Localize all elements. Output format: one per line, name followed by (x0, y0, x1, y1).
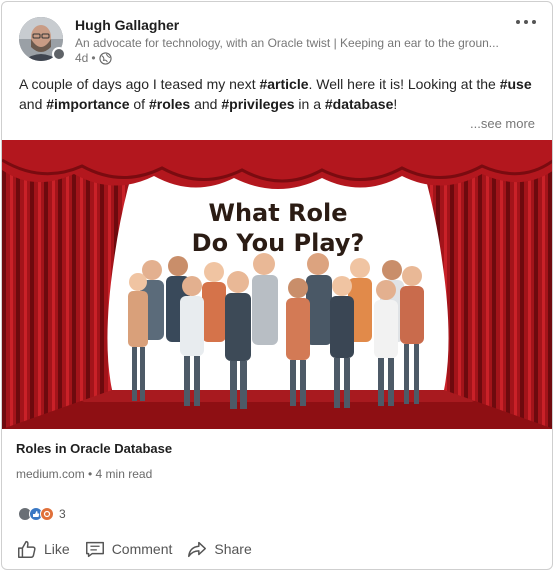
reactions-summary[interactable]: 3 (18, 507, 66, 521)
share-button[interactable]: Share (186, 538, 252, 560)
author-headline: An advocate for technology, with an Orac… (75, 36, 499, 50)
reaction-count: 3 (59, 507, 66, 521)
author-name[interactable]: Hugh Gallagher (75, 17, 179, 33)
support-icon (40, 507, 54, 521)
hashtag-link[interactable]: #roles (149, 96, 190, 112)
presence-indicator (52, 47, 66, 61)
share-icon (188, 541, 207, 558)
image-title-line1: What Role (208, 199, 348, 227)
image-title-line2: Do You Play? (191, 229, 365, 257)
post-text-segment: in a (294, 96, 325, 112)
link-preview-title[interactable]: Roles in Oracle Database (16, 441, 172, 456)
like-label: Like (44, 541, 70, 557)
post-text-segment: . Well here it is! Looking at the (308, 76, 500, 92)
hashtag-link[interactable]: #database (325, 96, 393, 112)
post-actions-bar: Like Comment Share (16, 538, 266, 560)
post-meta: 4d • (75, 51, 112, 65)
feed-post-card: Hugh Gallagher An advocate for technolog… (1, 1, 553, 570)
more-dot-icon (532, 20, 536, 24)
hashtag-link[interactable]: #privileges (221, 96, 294, 112)
meta-separator: • (91, 51, 96, 65)
comment-label: Comment (111, 541, 173, 557)
post-text: A couple of days ago I teased my next #a… (19, 74, 541, 114)
thumbs-up-icon (18, 540, 36, 558)
hashtag-link[interactable]: #importance (46, 96, 129, 112)
more-dot-icon (516, 20, 520, 24)
comment-button[interactable]: Comment (84, 538, 173, 560)
more-options-button[interactable] (512, 12, 540, 32)
see-more-link[interactable]: ...see more (470, 116, 535, 131)
more-dot-icon (524, 20, 528, 24)
post-text-segment: of (129, 96, 149, 112)
article-image[interactable]: What Role Do You Play? (2, 140, 552, 429)
post-age: 4d (75, 51, 89, 65)
post-text-segment: A couple of days ago I teased my next (19, 76, 260, 92)
share-label: Share (214, 541, 252, 557)
globe-icon (98, 51, 112, 65)
hashtag-link[interactable]: #article (259, 76, 308, 92)
theater-stage-illustration: What Role Do You Play? (2, 140, 552, 429)
post-text-segment: and (190, 96, 222, 112)
comment-icon (85, 541, 104, 558)
link-preview-meta: medium.com • 4 min read (16, 467, 153, 481)
hashtag-link[interactable]: #use (500, 76, 532, 92)
post-text-segment: and (19, 96, 47, 112)
like-button[interactable]: Like (16, 538, 70, 560)
post-text-segment: ! (393, 96, 398, 112)
